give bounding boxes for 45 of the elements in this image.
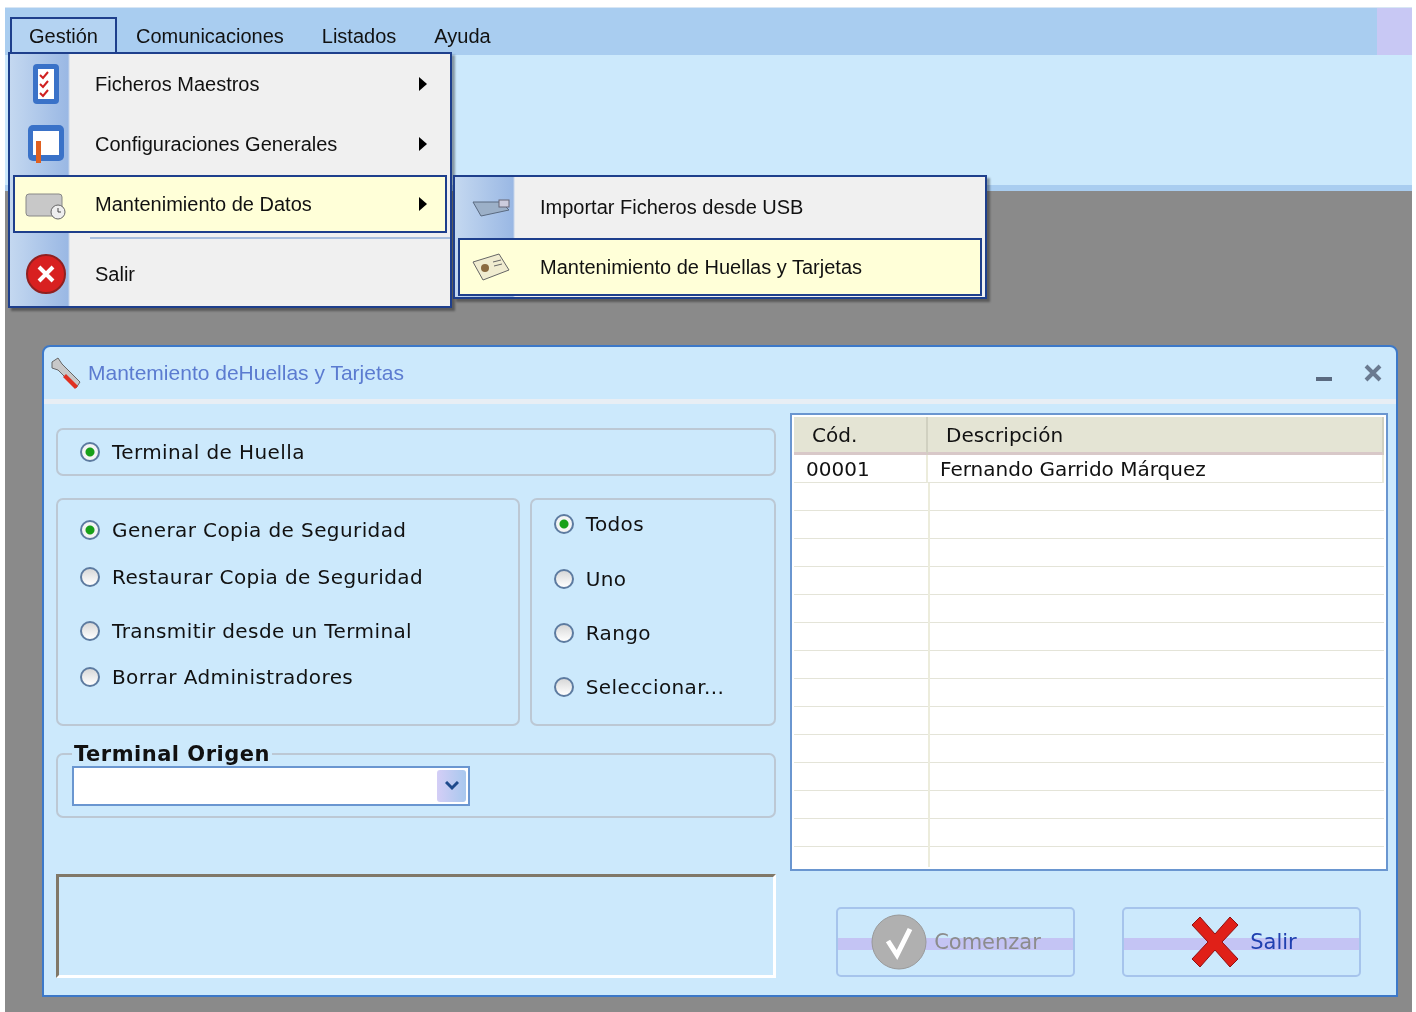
radio-circle[interactable] <box>80 567 100 587</box>
radio-circle[interactable] <box>553 569 574 589</box>
column-header[interactable]: Cód. <box>794 417 928 455</box>
radio-button[interactable]: Restaurar Copia de Seguridad <box>80 565 518 589</box>
menu-item[interactable]: Mantenimiento de Datos <box>13 175 447 233</box>
radio-button[interactable]: Rango <box>553 621 774 645</box>
action-button[interactable]: Salir <box>1122 907 1361 977</box>
close-icon[interactable] <box>1364 364 1382 382</box>
menu-bar-item[interactable]: Listados <box>302 16 416 55</box>
menu-item[interactable]: Configuraciones Generales <box>13 115 447 173</box>
minimize-icon[interactable] <box>1316 377 1332 383</box>
menu-bar-item[interactable]: Ayuda <box>415 16 510 55</box>
terminal-dropdown[interactable] <box>72 766 470 806</box>
submenu-arrow-icon <box>419 77 427 91</box>
radio-button[interactable]: Transmitir desde un Terminal <box>80 619 518 643</box>
radio-button[interactable]: Seleccionar... <box>553 675 774 699</box>
menu-bar-item[interactable]: Comunicaciones <box>116 16 303 55</box>
radio-circle[interactable] <box>80 621 100 641</box>
radio-button[interactable]: Terminal de Huella <box>80 440 305 464</box>
group-label: Terminal Origen <box>74 742 270 766</box>
menu-bar-item[interactable]: Gestión <box>10 16 117 55</box>
radio-circle[interactable] <box>553 623 574 643</box>
submenu-arrow-icon <box>419 197 427 211</box>
check-circle-icon <box>870 913 929 971</box>
submenu-arrow-icon <box>419 137 427 151</box>
radio-button[interactable]: Todos <box>553 512 774 536</box>
menu-item[interactable]: Mantenimiento de Huellas y Tarjetas <box>458 238 982 296</box>
column-header[interactable]: Descripción <box>928 417 1384 455</box>
radio-button[interactable]: Generar Copia de Seguridad <box>80 518 518 542</box>
wrench-icon <box>48 356 82 390</box>
menu-item[interactable]: Salir <box>13 243 447 305</box>
radio-button[interactable]: Borrar Administradores <box>80 665 518 689</box>
dialog-title: Mantemiento deHuellas y Tarjetas <box>88 361 405 385</box>
close-circle-icon <box>25 253 67 295</box>
radio-circle[interactable] <box>553 514 574 534</box>
menu-item[interactable]: Importar Ficheros desde USB <box>458 178 982 236</box>
checklist-icon <box>30 62 62 106</box>
radio-circle[interactable] <box>80 442 100 462</box>
radio-circle[interactable] <box>80 667 100 687</box>
window-icon <box>26 123 66 165</box>
radio-circle[interactable] <box>553 677 574 697</box>
menu-item[interactable]: Ficheros Maestros <box>13 55 447 113</box>
radio-circle[interactable] <box>80 520 100 540</box>
radio-button[interactable]: Uno <box>553 567 774 591</box>
chevron-down-icon <box>444 781 459 791</box>
